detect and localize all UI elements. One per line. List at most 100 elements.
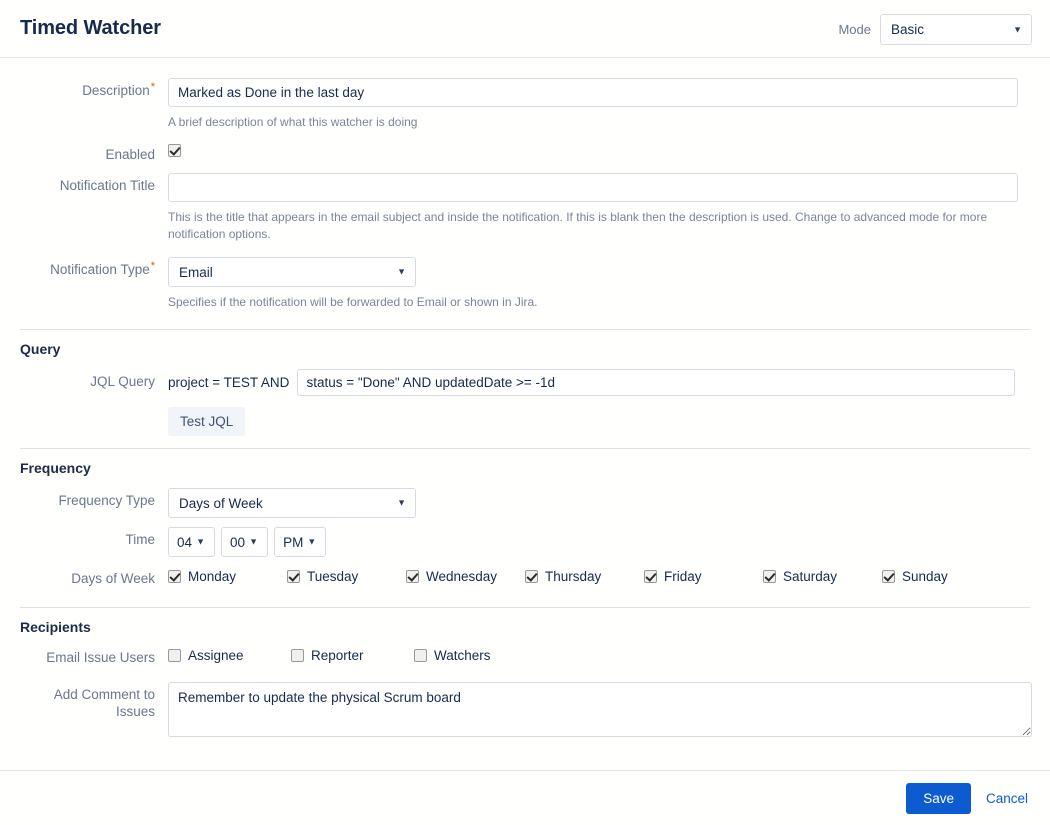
day-checkbox-input-wednesday[interactable]	[406, 570, 419, 583]
jql-line: project = TEST AND	[168, 369, 1030, 396]
notification-title-field-wrap: This is the title that appears in the em…	[168, 173, 1030, 243]
day-checkbox-tuesday[interactable]: Tuesday	[287, 569, 406, 584]
frequency-type-field-wrap: Days of Week ▼	[168, 488, 1030, 518]
time-meridiem-value: PM	[283, 534, 304, 550]
jql-input[interactable]	[297, 369, 1016, 396]
time-meridiem-select[interactable]: PM ▼	[274, 527, 327, 557]
chevron-down-icon: ▼	[307, 536, 317, 547]
form-body: Description* A brief description of what…	[0, 78, 1050, 742]
email-issue-users-label: Email Issue Users	[46, 650, 155, 665]
day-checkbox-sunday[interactable]: Sunday	[882, 569, 948, 584]
chevron-down-icon: ▼	[1013, 24, 1022, 34]
required-marker: *	[150, 80, 155, 93]
add-comment-label: Add Comment to Issues	[53, 687, 155, 719]
field-row-email-issue-users: Email Issue Users Assignee Reporter Watche…	[0, 648, 1050, 666]
mode-control: Mode Basic ▼	[838, 14, 1032, 45]
day-checkbox-label: Tuesday	[307, 569, 359, 584]
page-title: Timed Watcher	[20, 17, 161, 39]
jql-prefix: project = TEST AND	[168, 375, 290, 390]
jql-label: JQL Query	[90, 374, 155, 389]
time-field-wrap: 04 ▼ 00 ▼ PM ▼	[168, 527, 1030, 557]
field-row-notification-type: Notification Type* Email ▼ Specifies if …	[0, 257, 1050, 311]
jql-field-wrap: project = TEST AND Test JQL	[168, 369, 1030, 436]
notification-type-field-wrap: Email ▼ Specifies if the notification wi…	[168, 257, 1030, 311]
recipient-checkbox-watchers[interactable]: Watchers	[414, 648, 537, 663]
enabled-label: Enabled	[105, 147, 155, 162]
field-row-frequency-type: Frequency Type Days of Week ▼	[0, 488, 1050, 518]
frequency-type-value: Days of Week	[179, 495, 263, 511]
form-footer: Save Cancel	[0, 770, 1050, 825]
day-checkbox-input-monday[interactable]	[168, 570, 181, 583]
description-help: A brief description of what this watcher…	[168, 115, 418, 129]
description-label: Description*	[82, 80, 155, 98]
field-row-time: Time 04 ▼ 00 ▼ PM ▼	[0, 527, 1050, 557]
day-checkbox-label: Monday	[188, 569, 237, 584]
field-row-enabled: Enabled	[0, 142, 1050, 163]
day-checkbox-label: Thursday	[545, 569, 602, 584]
email-issue-users-group: Assignee Reporter Watchers	[168, 648, 1030, 663]
day-checkbox-input-thursday[interactable]	[525, 570, 538, 583]
enabled-field-wrap	[168, 142, 1030, 160]
recipient-checkbox-assignee[interactable]: Assignee	[168, 648, 291, 663]
time-label: Time	[125, 532, 156, 547]
section-header-frequency: Frequency	[20, 448, 1030, 476]
recipient-checkbox-input-reporter[interactable]	[291, 649, 304, 662]
day-checkbox-input-sunday[interactable]	[882, 570, 895, 583]
recipient-checkbox-reporter[interactable]: Reporter	[291, 648, 414, 663]
mode-select-value: Basic	[891, 22, 925, 37]
add-comment-field-wrap	[168, 682, 1032, 742]
day-checkbox-label: Sunday	[902, 569, 948, 584]
recipient-checkbox-input-assignee[interactable]	[168, 649, 181, 662]
frequency-type-label: Frequency Type	[58, 493, 155, 508]
day-checkbox-monday[interactable]: Monday	[168, 569, 287, 584]
notification-type-value: Email	[179, 264, 213, 280]
timed-watcher-page: Timed Watcher Mode Basic ▼ Description* …	[0, 0, 1050, 825]
day-checkbox-input-saturday[interactable]	[763, 570, 776, 583]
section-header-query: Query	[20, 329, 1030, 357]
notification-type-help: Specifies if the notification will be fo…	[168, 295, 538, 309]
time-minute-select[interactable]: 00 ▼	[221, 527, 269, 557]
section-header-recipients: Recipients	[20, 607, 1030, 635]
notification-type-select[interactable]: Email ▼	[168, 257, 416, 287]
day-checkbox-label: Saturday	[783, 569, 838, 584]
notification-title-input[interactable]	[168, 173, 1018, 202]
field-row-days-of-week: Days of Week Monday Tuesday Wednesday Thurs…	[0, 569, 1050, 587]
test-jql-button[interactable]: Test JQL	[168, 407, 246, 436]
day-checkbox-label: Wednesday	[426, 569, 498, 584]
day-checkbox-input-friday[interactable]	[644, 570, 657, 583]
notification-type-label: Notification Type*	[50, 259, 155, 277]
day-checkbox-thursday[interactable]: Thursday	[525, 569, 644, 584]
description-field-wrap: A brief description of what this watcher…	[168, 78, 1030, 131]
frequency-type-select[interactable]: Days of Week ▼	[168, 488, 416, 518]
notification-title-help: This is the title that appears in the em…	[168, 210, 988, 241]
add-comment-textarea[interactable]	[168, 682, 1032, 737]
mode-select[interactable]: Basic ▼	[880, 14, 1032, 45]
required-marker: *	[150, 259, 155, 272]
notification-title-label: Notification Title	[59, 178, 155, 193]
description-input[interactable]	[168, 78, 1018, 107]
time-hour-select[interactable]: 04 ▼	[168, 527, 216, 557]
enabled-checkbox[interactable]	[168, 144, 181, 158]
save-button[interactable]: Save	[906, 782, 971, 814]
recipient-checkbox-label: Watchers	[434, 648, 491, 663]
field-row-jql: JQL Query project = TEST AND Test JQL	[0, 369, 1050, 436]
recipient-checkbox-label: Reporter	[311, 648, 364, 663]
time-minute-value: 00	[230, 534, 246, 550]
chevron-down-icon: ▼	[196, 536, 206, 547]
days-of-week-group: Monday Tuesday Wednesday Thursday Friday Satu…	[168, 569, 1030, 584]
recipient-checkbox-label: Assignee	[188, 648, 244, 663]
day-checkbox-input-tuesday[interactable]	[287, 570, 300, 583]
field-row-add-comment: Add Comment to Issues	[0, 682, 1050, 742]
chevron-down-icon: ▼	[397, 497, 406, 508]
cancel-button[interactable]: Cancel	[986, 791, 1028, 806]
chevron-down-icon: ▼	[397, 266, 406, 277]
day-checkbox-wednesday[interactable]: Wednesday	[406, 569, 525, 584]
day-checkbox-friday[interactable]: Friday	[644, 569, 763, 584]
time-hour-value: 04	[177, 534, 193, 550]
chevron-down-icon: ▼	[249, 536, 259, 547]
field-row-notification-title: Notification Title This is the title tha…	[0, 173, 1050, 243]
day-checkbox-saturday[interactable]: Saturday	[763, 569, 882, 584]
recipient-checkbox-input-watchers[interactable]	[414, 649, 427, 662]
days-of-week-label: Days of Week	[71, 571, 155, 586]
page-header: Timed Watcher Mode Basic ▼	[0, 0, 1050, 58]
